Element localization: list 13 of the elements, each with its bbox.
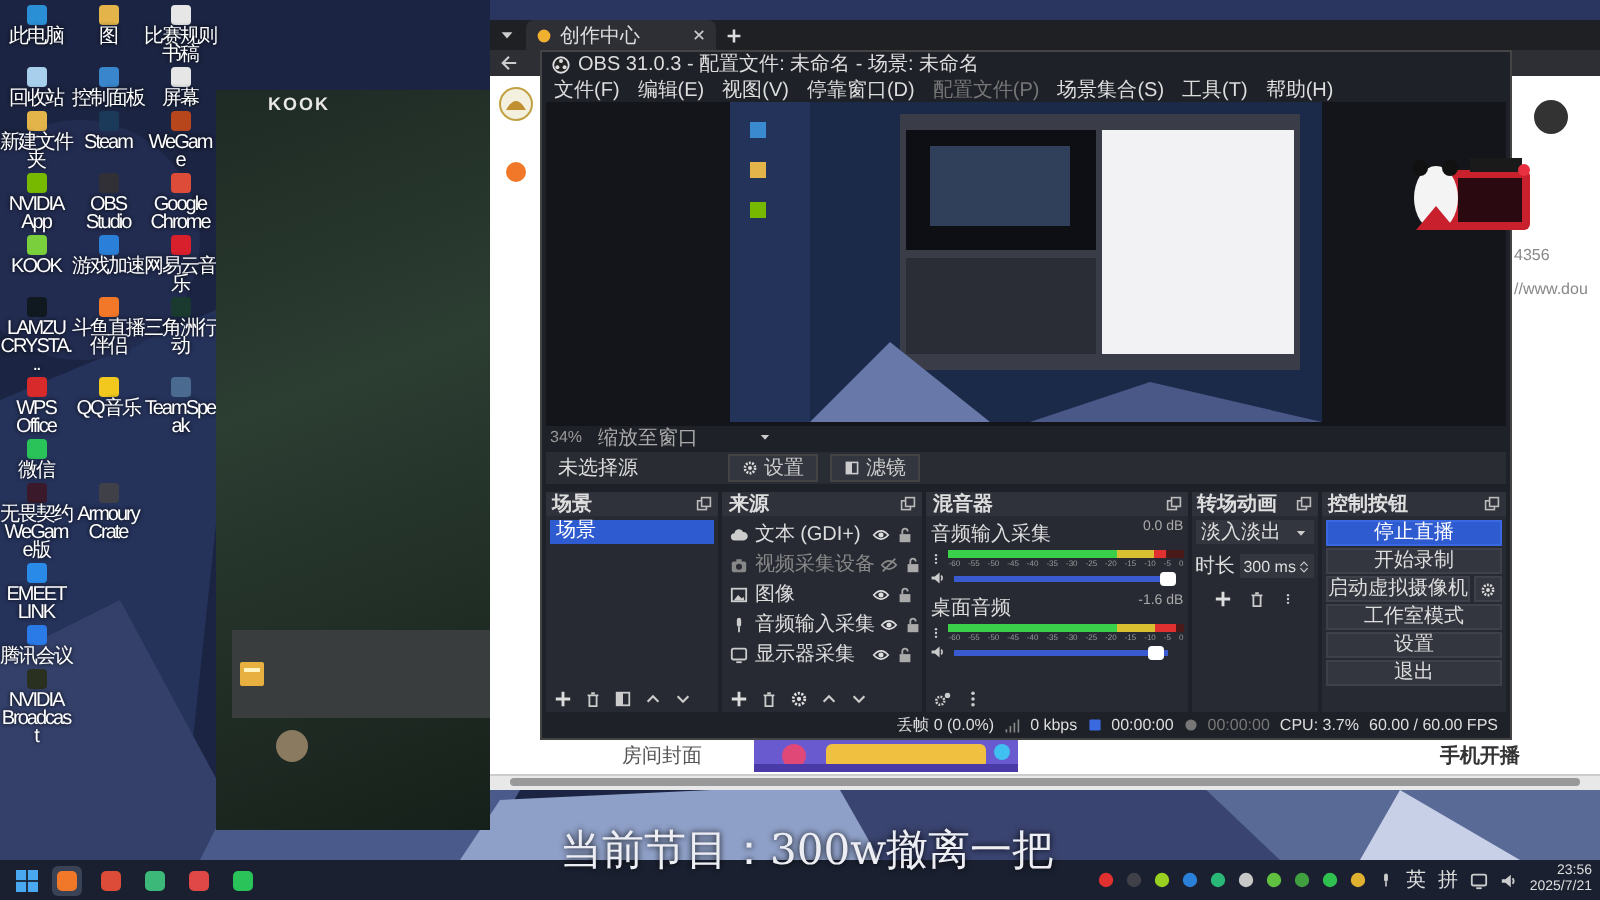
- monitor-icon[interactable]: [1469, 871, 1488, 889]
- windows-logo-icon[interactable]: [16, 869, 38, 891]
- tray-icon[interactable]: [1321, 872, 1338, 888]
- speaker-icon[interactable]: [1499, 871, 1518, 889]
- tray-icon[interactable]: [1209, 872, 1226, 888]
- tray-icon[interactable]: [1349, 872, 1366, 888]
- input-method[interactable]: 英: [1405, 866, 1426, 894]
- input-method[interactable]: 拼: [1437, 866, 1458, 894]
- tray-icon[interactable]: [1181, 872, 1198, 888]
- tray-icon[interactable]: [1153, 872, 1170, 888]
- tray-icon[interactable]: [1237, 872, 1254, 888]
- tray-icon[interactable]: [1265, 872, 1282, 888]
- tray-icon[interactable]: [1293, 872, 1310, 888]
